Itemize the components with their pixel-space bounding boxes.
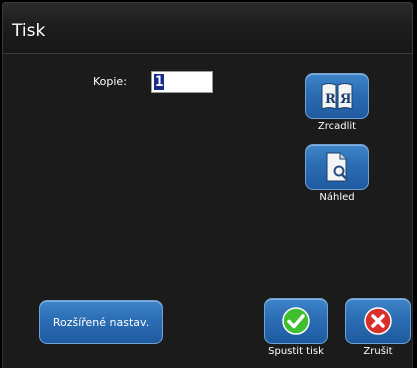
mirror-button-label: Zrcadlit (317, 121, 357, 132)
copies-value: 1 (154, 74, 165, 90)
mirror-icon: R Я (321, 83, 353, 110)
svg-text:R: R (325, 92, 336, 107)
preview-icon (326, 152, 349, 182)
cancel-button[interactable] (345, 298, 411, 344)
dialog-title: Tisk (12, 21, 46, 41)
copies-label: Kopie: (93, 75, 127, 88)
start-print-button[interactable] (264, 298, 328, 344)
print-dialog: Tisk Kopie: 1 R Я Zrcadlit Náhled Rozšíř… (0, 0, 417, 368)
cancel-button-label: Zrušit (363, 346, 393, 357)
svg-text:Я: Я (340, 92, 351, 107)
advanced-settings-label: Rozšířené nastav. (52, 315, 150, 329)
check-icon (282, 307, 310, 335)
advanced-settings-button[interactable]: Rozšířené nastav. (39, 300, 163, 344)
preview-button[interactable] (305, 144, 369, 190)
preview-button-label: Náhled (319, 192, 355, 203)
copies-input[interactable]: 1 (151, 71, 213, 93)
cancel-icon (364, 307, 392, 335)
start-print-button-label: Spustit tisk (268, 346, 324, 357)
mirror-button[interactable]: R Я (305, 73, 369, 119)
dialog-titlebar: Tisk (2, 2, 413, 54)
